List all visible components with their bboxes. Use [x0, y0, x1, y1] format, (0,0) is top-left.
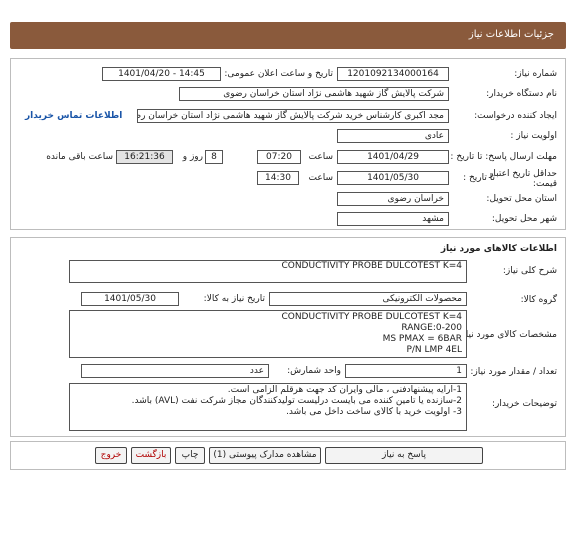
need-date-field: 1401/05/30 [81, 292, 179, 306]
deadline-date-field: 1401/04/29 [337, 150, 449, 164]
buyer-notes-field: 1-ارایه پیشنهادفنی ، مالی وایران کد جهت … [69, 383, 467, 431]
spec-line: P/N LMP 4EL [406, 345, 462, 355]
need-number-label: شماره نیاز: [514, 69, 557, 79]
buyer-field: شرکت پالایش گاز شهید هاشمی نژاد استان خر… [179, 87, 449, 101]
notes-line: 1-ارایه پیشنهادفنی ، مالی وایران کد جهت … [227, 385, 462, 395]
print-button[interactable]: چاپ [175, 447, 205, 464]
action-bar: پاسخ به نیاز مشاهده مدارک پیوستی (1) چاپ… [10, 441, 566, 470]
summary-label: شرح کلی نیاز: [502, 266, 557, 276]
spec-label: مشخصات کالای مورد نیاز: [458, 330, 557, 340]
validity-time-field: 14:30 [257, 171, 299, 185]
quantity-label: تعداد / مقدار مورد نیاز: [470, 367, 557, 377]
deadline-time-label: ساعت [308, 152, 334, 162]
province-field: خراسان رضوی [337, 192, 449, 206]
priority-label: اولویت نیاز : [510, 131, 557, 141]
buyer-label: نام دستگاه خریدار: [486, 89, 557, 99]
goods-group-field: محصولات الکترونیکی [269, 292, 467, 306]
validity-date-field: 1401/05/30 [337, 171, 449, 185]
remaining-days-field: 8 [205, 150, 223, 164]
validity-label-line1: حداقل تاریخ اعتبار [489, 169, 557, 179]
unit-label: واحد شمارش: [287, 366, 341, 376]
goods-panel: اطلاعات کالاهای مورد نیاز شرح کلی نیاز: … [10, 237, 566, 437]
summary-field: CONDUCTIVITY PROBE DULCOTEST K=4 [69, 260, 467, 283]
notes-line: 3- اولویت خرید با کالای ساخت داخل می باش… [286, 407, 462, 417]
goods-section-title: اطلاعات کالاهای مورد نیاز [440, 244, 557, 254]
summary-text: CONDUCTIVITY PROBE DULCOTEST K=4 [281, 261, 462, 271]
notes-line: 2-سازنده یا تامین کننده می بایست درلیست … [131, 396, 462, 406]
deadline-label: مهلت ارسال پاسخ: تا تاریخ : [450, 152, 557, 162]
announce-date-label: تاریخ و ساعت اعلان عمومی: [224, 69, 333, 79]
deadline-time-field: 07:20 [257, 150, 301, 164]
reply-button[interactable]: پاسخ به نیاز [325, 447, 483, 464]
buyer-contact-link[interactable]: اطلاعات تماس خریدار [25, 111, 122, 121]
city-label: شهر محل تحویل: [491, 214, 557, 224]
creator-field: مجد اکبری کارشناس خرید شرکت پالایش گاز ش… [137, 109, 449, 123]
page-title: جزئیات اطلاعات نیاز [468, 29, 554, 40]
validity-to-date-label: تا تاریخ : [463, 173, 495, 183]
spec-line: MS PMAX = 6BAR [382, 334, 462, 344]
back-button[interactable]: بازگشت [131, 447, 171, 464]
announce-date-field: 1401/04/20 - 14:45 [102, 67, 221, 81]
exit-button[interactable]: خروج [95, 447, 127, 464]
buyer-notes-label: توضیحات خریدار: [491, 399, 557, 409]
spec-line: CONDUCTIVITY PROBE DULCOTEST K=4 [281, 312, 462, 322]
spec-line: RANGE:0-200 [401, 323, 462, 333]
days-label: روز و [182, 152, 203, 162]
need-date-label: تاریخ نیاز به کالا: [203, 294, 265, 304]
remaining-label: ساعت باقی مانده [46, 152, 113, 162]
validity-label-line2: قیمت: [532, 179, 557, 189]
province-label: استان محل تحویل: [486, 194, 557, 204]
priority-field: عادی [337, 129, 449, 143]
validity-time-label: ساعت [308, 173, 334, 183]
page-header: جزئیات اطلاعات نیاز [10, 22, 566, 49]
need-info-panel: شماره نیاز: 1201092134000164 تاریخ و ساع… [10, 58, 566, 230]
spec-field: CONDUCTIVITY PROBE DULCOTEST K=4 RANGE:0… [69, 310, 467, 358]
attachments-button[interactable]: مشاهده مدارک پیوستی (1) [209, 447, 321, 464]
city-field: مشهد [337, 212, 449, 226]
creator-label: ایجاد کننده درخواست: [474, 111, 557, 121]
quantity-field: 1 [345, 364, 467, 378]
need-number-field: 1201092134000164 [337, 67, 449, 81]
unit-field: عدد [81, 364, 269, 378]
goods-group-label: گروه کالا: [520, 295, 557, 305]
remaining-time-field: 16:21:36 [116, 150, 173, 164]
